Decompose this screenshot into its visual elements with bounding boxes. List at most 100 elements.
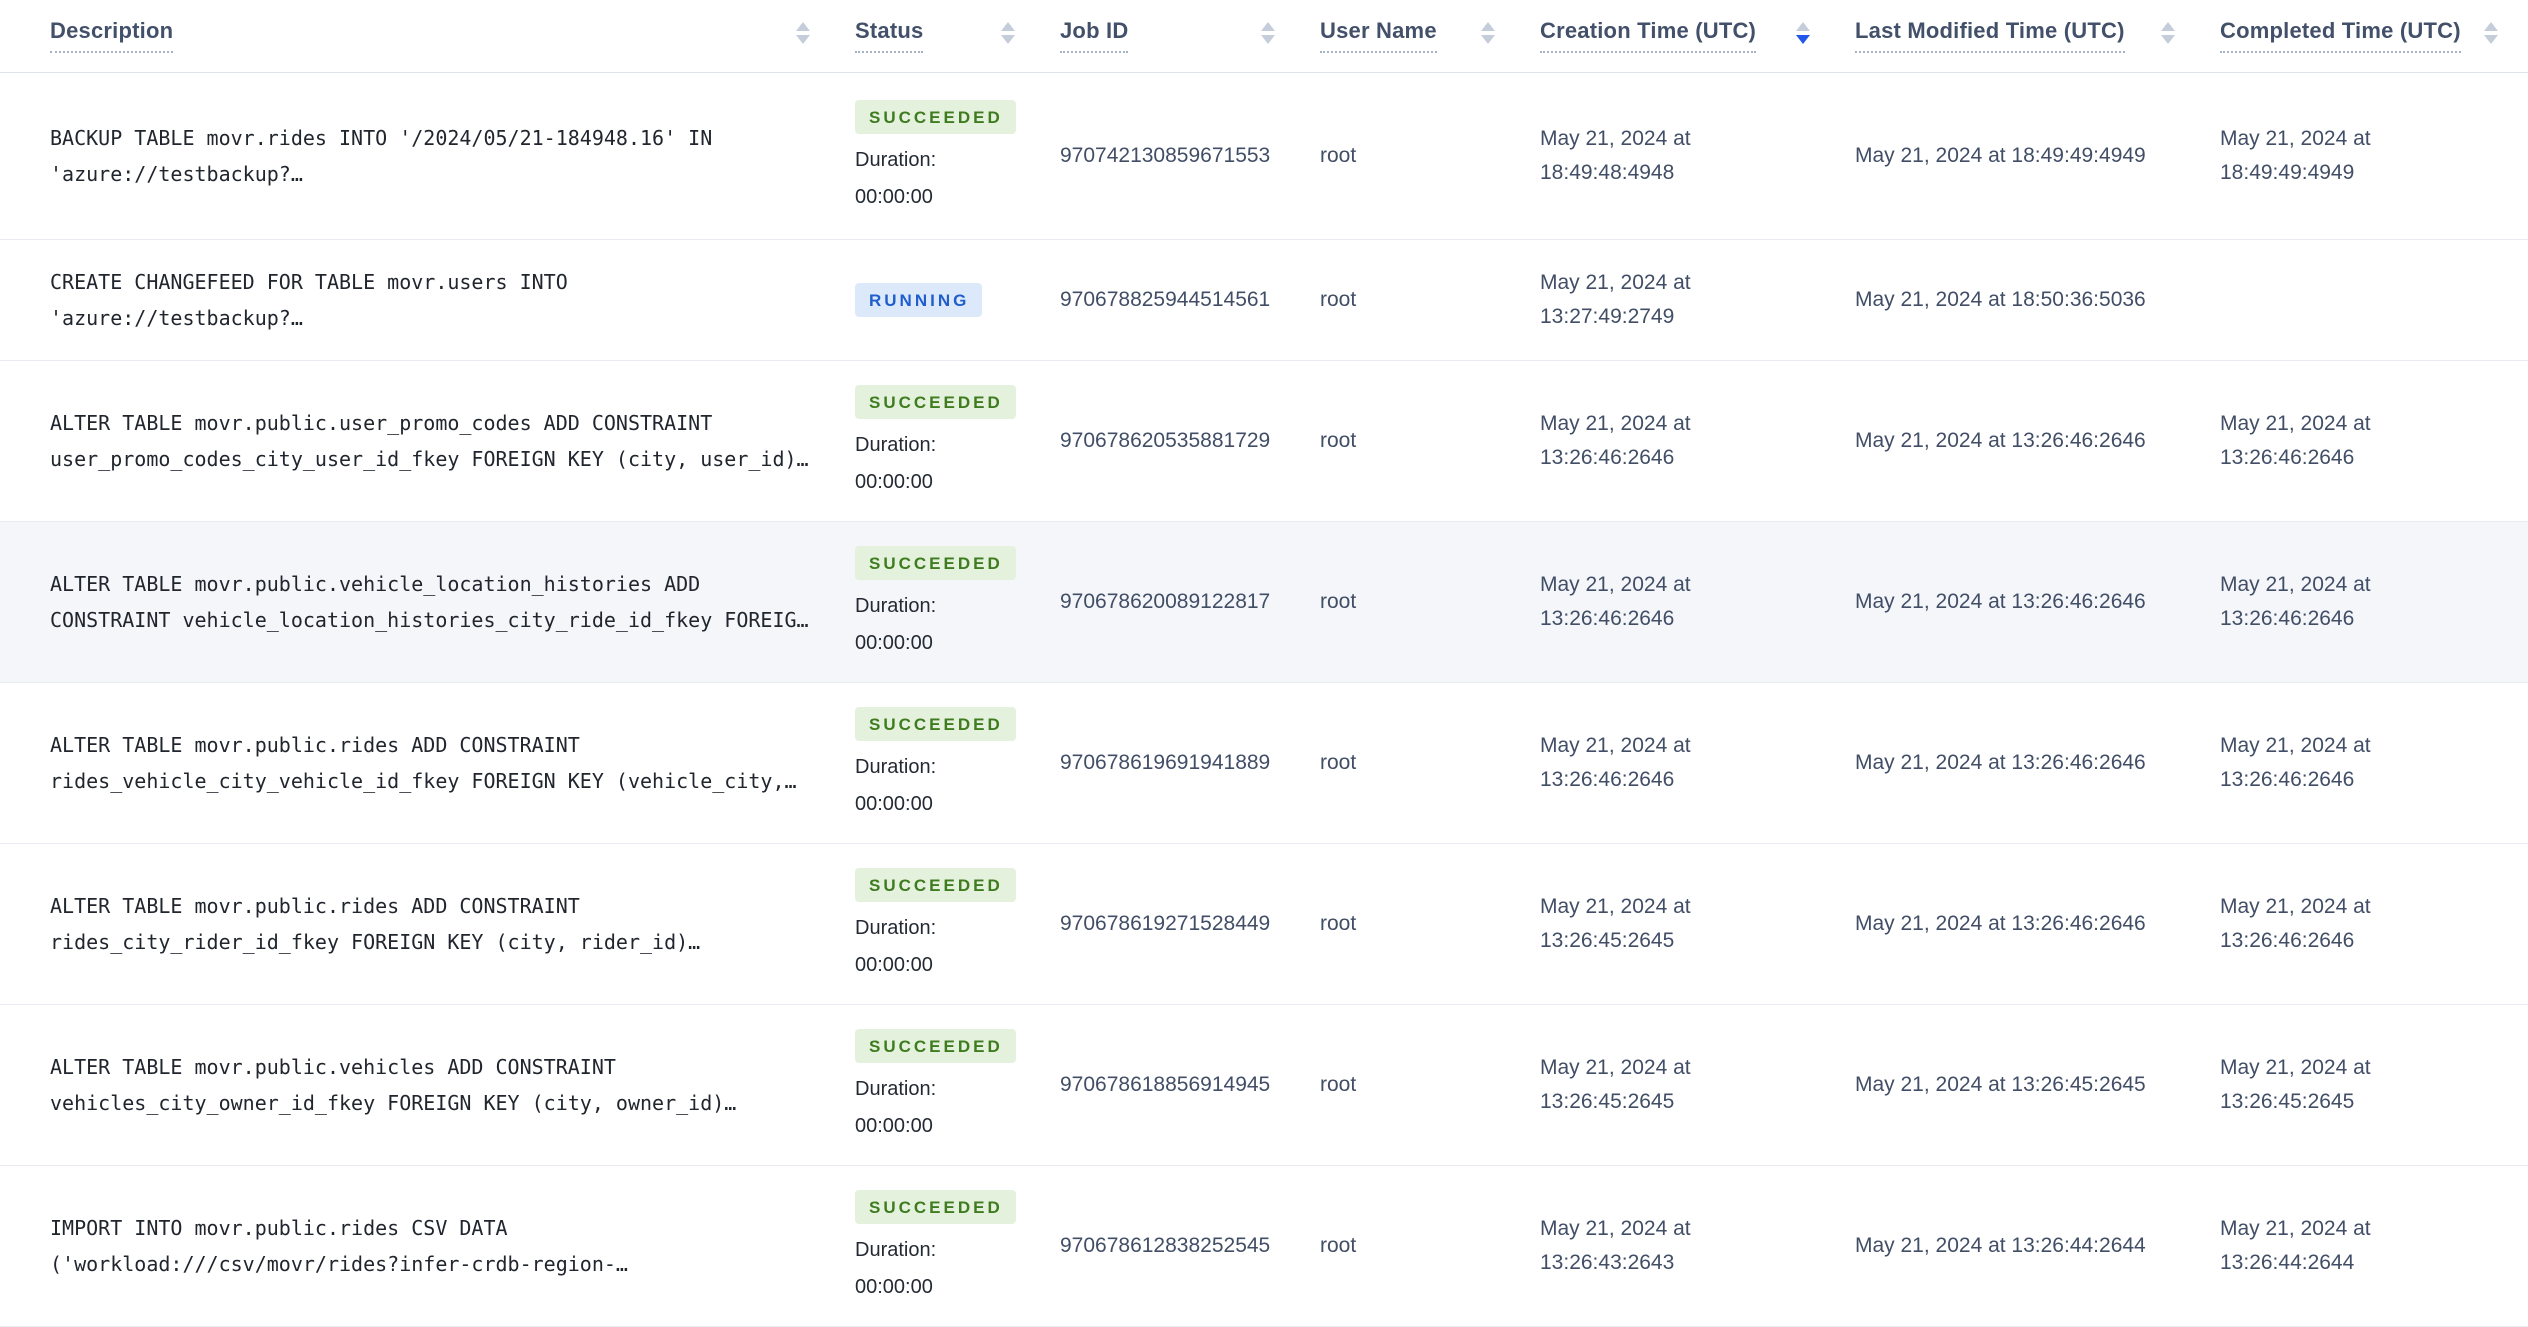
status-badge: SUCCEEDED [855, 868, 1016, 902]
job-description[interactable]: ALTER TABLE movr.public.vehicle_location… [50, 566, 809, 638]
table-row: ALTER TABLE movr.public.user_promo_codes… [0, 361, 2528, 522]
sort-asc-icon [1796, 22, 1810, 31]
status-cell: SUCCEEDED Duration: 00:00:00 [855, 1005, 1060, 1165]
duration-value: 00:00:00 [855, 1115, 933, 1137]
duration-value: 00:00:00 [855, 632, 933, 654]
sort-arrows-icon [2161, 22, 2175, 44]
duration-label: Duration: [855, 756, 937, 778]
column-header-creation-time[interactable]: Creation Time (UTC) [1540, 0, 1855, 72]
completed-time-cell: May 21, 2024 at 13:26:46:2646 [2220, 412, 2371, 469]
table-row: ALTER TABLE movr.public.vehicles ADD CON… [0, 1005, 2528, 1166]
sort-asc-icon [2161, 22, 2175, 31]
table-row: ALTER TABLE movr.public.vehicle_location… [0, 522, 2528, 683]
sort-arrows-icon [1796, 22, 1810, 44]
duration-value: 00:00:00 [855, 186, 933, 208]
completed-time-cell: May 21, 2024 at 18:49:49:4949 [2220, 127, 2371, 184]
duration-label: Duration: [855, 434, 937, 456]
job-description[interactable]: CREATE CHANGEFEED FOR TABLE movr.users I… [50, 264, 568, 336]
last-modified-time-cell: May 21, 2024 at 13:26:46:2646 [1855, 912, 2146, 935]
table-row: BACKUP TABLE movr.rides INTO '/2024/05/2… [0, 73, 2528, 240]
job-id-cell: 970678620089122817 [1060, 590, 1271, 613]
user-name-cell: root [1320, 751, 1357, 774]
column-header-job-id[interactable]: Job ID [1060, 0, 1320, 72]
column-header-label: Completed Time (UTC) [2220, 19, 2461, 53]
jobs-table: Description Status Job ID User Name Crea… [0, 0, 2528, 1327]
status-cell: SUCCEEDED Duration: 00:00:00 [855, 361, 1060, 521]
sort-desc-icon [796, 35, 810, 44]
job-description[interactable]: ALTER TABLE movr.public.rides ADD CONSTR… [50, 888, 700, 960]
column-header-label: User Name [1320, 19, 1437, 53]
column-header-user-name[interactable]: User Name [1320, 0, 1540, 72]
job-description[interactable]: IMPORT INTO movr.public.rides CSV DATA (… [50, 1210, 628, 1282]
sort-desc-icon [1001, 35, 1015, 44]
user-name-cell: root [1320, 429, 1357, 452]
sort-desc-icon [2161, 35, 2175, 44]
last-modified-time-cell: May 21, 2024 at 13:26:46:2646 [1855, 590, 2146, 613]
duration-value: 00:00:00 [855, 471, 933, 493]
last-modified-time-cell: May 21, 2024 at 13:26:44:2644 [1855, 1234, 2146, 1257]
job-id-cell: 970742130859671553 [1060, 144, 1271, 167]
last-modified-time-cell: May 21, 2024 at 13:26:46:2646 [1855, 429, 2146, 452]
job-id-cell: 970678619691941889 [1060, 751, 1271, 774]
job-description[interactable]: ALTER TABLE movr.public.rides ADD CONSTR… [50, 727, 797, 799]
table-row: ALTER TABLE movr.public.rides ADD CONSTR… [0, 844, 2528, 1005]
status-cell: SUCCEEDED Duration: 00:00:00 [855, 1166, 1060, 1326]
duration-label: Duration: [855, 1239, 937, 1261]
status-badge: SUCCEEDED [855, 1029, 1016, 1063]
table-row: CREATE CHANGEFEED FOR TABLE movr.users I… [0, 240, 2528, 361]
completed-time-cell: May 21, 2024 at 13:26:46:2646 [2220, 573, 2371, 630]
creation-time-cell: May 21, 2024 at 13:26:43:2643 [1540, 1217, 1691, 1274]
duration-label: Duration: [855, 917, 937, 939]
sort-arrows-icon [1481, 22, 1495, 44]
last-modified-time-cell: May 21, 2024 at 18:49:49:4949 [1855, 144, 2146, 167]
creation-time-cell: May 21, 2024 at 18:49:48:4948 [1540, 127, 1691, 184]
column-header-label: Status [855, 19, 924, 53]
status-badge: RUNNING [855, 283, 983, 317]
jobs-table-header: Description Status Job ID User Name Crea… [0, 0, 2528, 73]
status-cell: SUCCEEDED Duration: 00:00:00 [855, 844, 1060, 1004]
completed-time-cell: May 21, 2024 at 13:26:45:2645 [2220, 1056, 2371, 1113]
column-header-status[interactable]: Status [855, 0, 1060, 72]
status-badge: SUCCEEDED [855, 385, 1016, 419]
table-row: IMPORT INTO movr.public.rides CSV DATA (… [0, 1166, 2528, 1327]
job-description[interactable]: ALTER TABLE movr.public.user_promo_codes… [50, 405, 809, 477]
status-cell: RUNNING [855, 240, 1060, 360]
job-description[interactable]: ALTER TABLE movr.public.vehicles ADD CON… [50, 1049, 736, 1121]
status-cell: SUCCEEDED Duration: 00:00:00 [855, 683, 1060, 843]
user-name-cell: root [1320, 1073, 1357, 1096]
status-cell: SUCCEEDED Duration: 00:00:00 [855, 73, 1060, 239]
status-badge: SUCCEEDED [855, 546, 1016, 580]
completed-time-cell: May 21, 2024 at 13:26:46:2646 [2220, 734, 2371, 791]
status-badge: SUCCEEDED [855, 707, 1016, 741]
column-header-last-modified-time[interactable]: Last Modified Time (UTC) [1855, 0, 2220, 72]
duration-value: 00:00:00 [855, 954, 933, 976]
column-header-label: Job ID [1060, 19, 1129, 53]
sort-desc-active-icon [1796, 35, 1810, 44]
sort-desc-icon [2484, 35, 2498, 44]
completed-time-cell: May 21, 2024 at 13:26:44:2644 [2220, 1217, 2371, 1274]
job-id-cell: 970678825944514561 [1060, 288, 1271, 311]
table-row: ALTER TABLE movr.public.rides ADD CONSTR… [0, 683, 2528, 844]
user-name-cell: root [1320, 1234, 1357, 1257]
duration-value: 00:00:00 [855, 1276, 933, 1298]
column-header-label: Description [50, 19, 174, 53]
job-description[interactable]: BACKUP TABLE movr.rides INTO '/2024/05/2… [50, 120, 712, 192]
status-cell: SUCCEEDED Duration: 00:00:00 [855, 522, 1060, 682]
user-name-cell: root [1320, 912, 1357, 935]
sort-arrows-icon [1001, 22, 1015, 44]
sort-asc-icon [796, 22, 810, 31]
sort-arrows-icon [2484, 22, 2498, 44]
column-header-completed-time[interactable]: Completed Time (UTC) [2220, 0, 2528, 72]
sort-asc-icon [1261, 22, 1275, 31]
column-header-label: Last Modified Time (UTC) [1855, 19, 2125, 53]
column-header-label: Creation Time (UTC) [1540, 19, 1757, 53]
creation-time-cell: May 21, 2024 at 13:27:49:2749 [1540, 271, 1691, 328]
user-name-cell: root [1320, 144, 1357, 167]
sort-asc-icon [1001, 22, 1015, 31]
job-id-cell: 970678619271528449 [1060, 912, 1271, 935]
duration-label: Duration: [855, 149, 937, 171]
creation-time-cell: May 21, 2024 at 13:26:46:2646 [1540, 734, 1691, 791]
sort-asc-icon [2484, 22, 2498, 31]
status-badge: SUCCEEDED [855, 1190, 1016, 1224]
column-header-description[interactable]: Description [0, 0, 855, 72]
